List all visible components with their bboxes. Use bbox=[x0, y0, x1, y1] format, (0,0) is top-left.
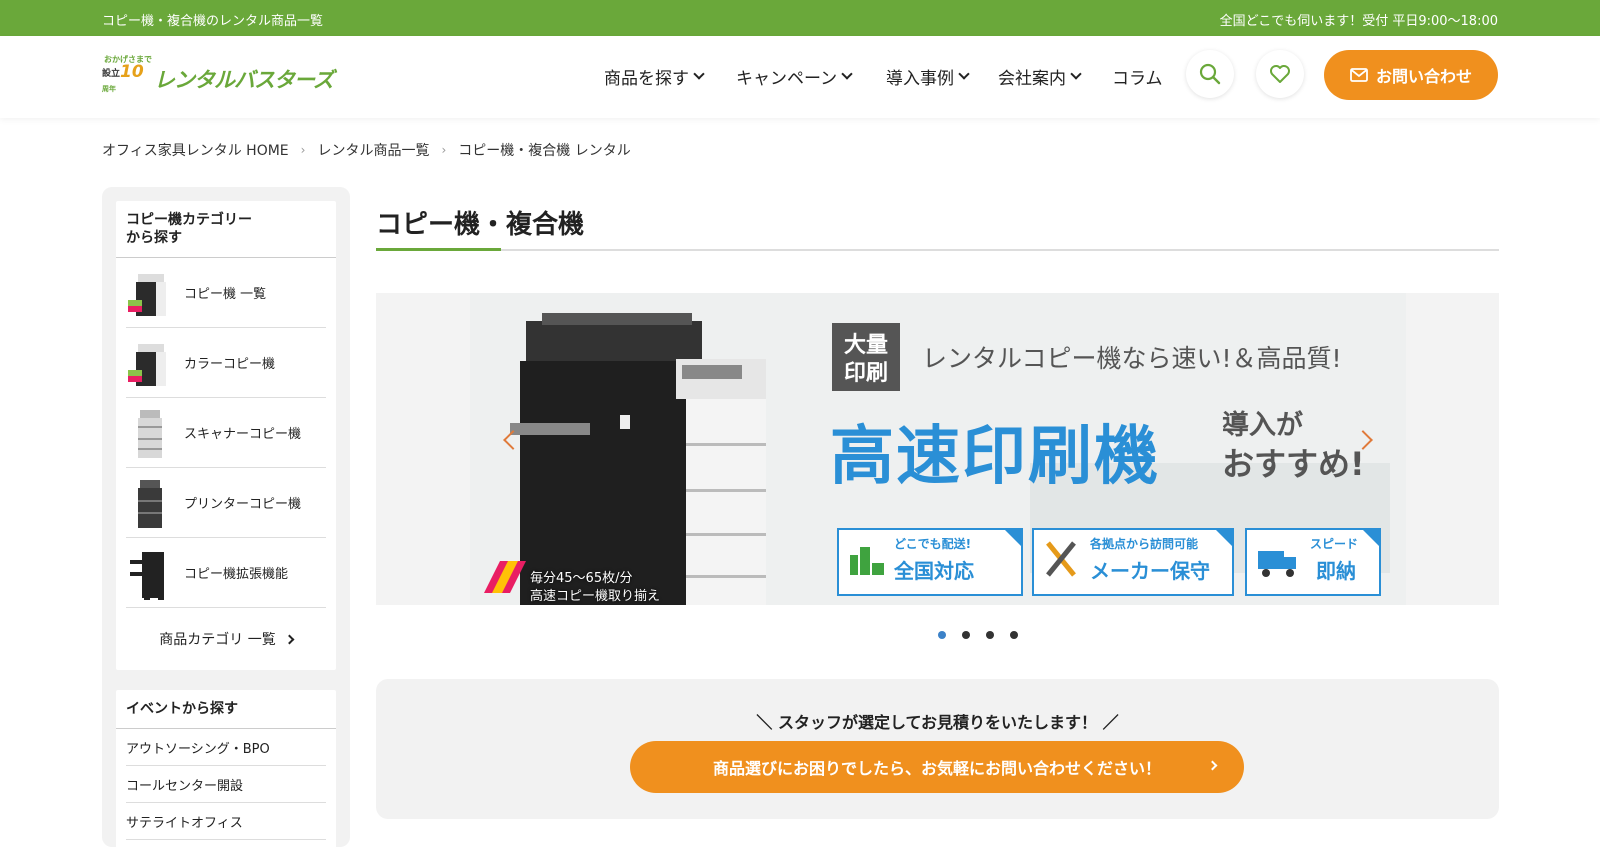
top-bar-title: コピー機・複合機のレンタル商品一覧 bbox=[102, 14, 324, 29]
copier-thumbnail bbox=[126, 266, 172, 320]
search-icon bbox=[1199, 63, 1221, 85]
contact-button[interactable]: お問い合わせ bbox=[1324, 50, 1498, 100]
chevron-down-icon bbox=[841, 68, 853, 80]
slider-dots bbox=[0, 631, 1600, 639]
sidebar-item-copier-options[interactable]: コピー機拡張機能 bbox=[126, 538, 326, 609]
event-box: イベントから探す アウトソーシング・BPO コールセンター開設 サテライトオフィ… bbox=[116, 690, 336, 847]
anniversary-badge: おかげさまで 設立 10 周年 bbox=[102, 55, 152, 93]
page-title: コピー機・複合機 bbox=[376, 210, 585, 240]
nav-products[interactable]: 商品を探す bbox=[604, 64, 705, 89]
consultation-cta: ＼ スタッフが選定してお見積りをいたします！ ／ 商品選びにお困りでしたら、お気… bbox=[376, 679, 1499, 819]
nav-campaign[interactable]: キャンペーン bbox=[736, 64, 853, 89]
cta-lead: ＼ スタッフが選定してお見積りをいたします！ ／ bbox=[756, 713, 1119, 732]
slider-dot-1[interactable] bbox=[937, 631, 946, 639]
event-heading: イベントから探す bbox=[116, 690, 336, 730]
logo-name: レンタルバスターズ bbox=[154, 68, 334, 92]
banner-speed-line2: 高速コピー機取り揃え bbox=[530, 589, 661, 604]
copier-thumbnail bbox=[126, 336, 172, 390]
breadcrumb: オフィス家具レンタル HOME › レンタル商品一覧 › コピー機・複合機 レン… bbox=[102, 140, 631, 160]
banner-slider: 大量 印刷 レンタルコピー機なら速い!＆高品質! 高速印刷機 導入が おすすめ!… bbox=[376, 293, 1499, 605]
feature-2-big: メーカー保守 bbox=[1090, 559, 1210, 583]
slider-dot-3[interactable] bbox=[985, 631, 994, 639]
breadcrumb-current: コピー機・複合機 レンタル bbox=[458, 143, 631, 159]
sidebar-item-copier-list[interactable]: コピー機 一覧 bbox=[126, 258, 326, 329]
chevron-right-icon bbox=[1207, 760, 1218, 771]
site-header: おかげさまで 設立 10 周年 レンタルバスターズ 商品を探す キャンペーン 導… bbox=[0, 36, 1600, 118]
chevron-down-icon bbox=[958, 68, 970, 80]
category-heading: コピー機カテゴリー から探す bbox=[116, 201, 336, 259]
nav-column[interactable]: コラム bbox=[1112, 64, 1163, 89]
banner-subhead: レンタルコピー機なら速い!＆高品質! bbox=[922, 344, 1342, 373]
sidebar-item-scanner-copier[interactable]: スキャナーコピー機 bbox=[126, 398, 326, 469]
chevron-down-icon bbox=[1070, 68, 1082, 80]
banner-headline: 高速印刷機 bbox=[830, 420, 1160, 494]
sidebar-item-call-center[interactable]: コールセンター開設 bbox=[126, 766, 326, 804]
banner-speed-line1: 毎分45〜65枚/分 bbox=[530, 571, 633, 586]
finisher-thumbnail bbox=[126, 546, 172, 600]
slider-dot-2[interactable] bbox=[961, 631, 970, 639]
feature-2-small: 各拠点から訪問可能 bbox=[1090, 537, 1199, 551]
slider-dot-4[interactable] bbox=[1009, 631, 1018, 639]
breadcrumb-separator-icon: › bbox=[441, 143, 447, 157]
site-logo[interactable]: おかげさまで 設立 10 周年 レンタルバスターズ bbox=[102, 50, 352, 102]
top-bar-hours: 全国どこでも伺います！受付 平日9:00〜18:00 bbox=[1219, 14, 1498, 29]
feature-1-small: どこでも配送! bbox=[894, 537, 972, 551]
scanner-copier-thumbnail bbox=[126, 406, 172, 460]
mail-icon bbox=[1350, 68, 1368, 82]
banner-side-line1: 導入が bbox=[1222, 410, 1303, 441]
top-bar: コピー機・複合機のレンタル商品一覧 全国どこでも伺います！受付 平日9:00〜1… bbox=[0, 0, 1600, 36]
feature-3-small: スピード bbox=[1310, 537, 1359, 551]
feature-3-big: 即納 bbox=[1316, 559, 1356, 583]
sidebar-item-printer-copier[interactable]: プリンターコピー機 bbox=[126, 468, 326, 539]
title-divider bbox=[376, 248, 1499, 251]
all-categories-link[interactable]: 商品カテゴリ 一覧 bbox=[116, 608, 336, 670]
banner-tag-line2: 印刷 bbox=[844, 361, 889, 386]
nav-company[interactable]: 会社案内 bbox=[998, 64, 1082, 89]
printer-copier-thumbnail bbox=[126, 476, 172, 530]
sidebar: コピー機カテゴリー から探す コピー機 一覧 カラーコピー機 スキャナーコピー機… bbox=[102, 187, 350, 847]
nav-cases[interactable]: 導入事例 bbox=[886, 64, 970, 89]
feature-1-big: 全国対応 bbox=[894, 559, 974, 583]
sidebar-item-satellite-office[interactable]: サテライトオフィス bbox=[126, 803, 326, 841]
search-button[interactable] bbox=[1186, 50, 1234, 98]
chevron-down-icon bbox=[693, 68, 705, 80]
sidebar-item-color-copier[interactable]: カラーコピー機 bbox=[126, 328, 326, 399]
banner-slide[interactable]: 大量 印刷 レンタルコピー機なら速い!＆高品質! 高速印刷機 導入が おすすめ!… bbox=[470, 293, 1406, 605]
breadcrumb-home[interactable]: オフィス家具レンタル HOME bbox=[102, 140, 289, 160]
favorite-button[interactable] bbox=[1256, 50, 1304, 98]
category-box: コピー機カテゴリー から探す コピー機 一覧 カラーコピー機 スキャナーコピー機… bbox=[116, 201, 336, 671]
breadcrumb-separator-icon: › bbox=[300, 143, 306, 157]
banner-side-line2: おすすめ! bbox=[1222, 445, 1365, 483]
sidebar-item-outsourcing[interactable]: アウトソーシング・BPO bbox=[126, 729, 326, 767]
breadcrumb-products[interactable]: レンタル商品一覧 bbox=[317, 140, 429, 160]
heart-icon bbox=[1270, 65, 1290, 83]
cta-contact-button[interactable]: 商品選びにお困りでしたら、お気軽にお問い合わせください！ bbox=[630, 741, 1244, 793]
